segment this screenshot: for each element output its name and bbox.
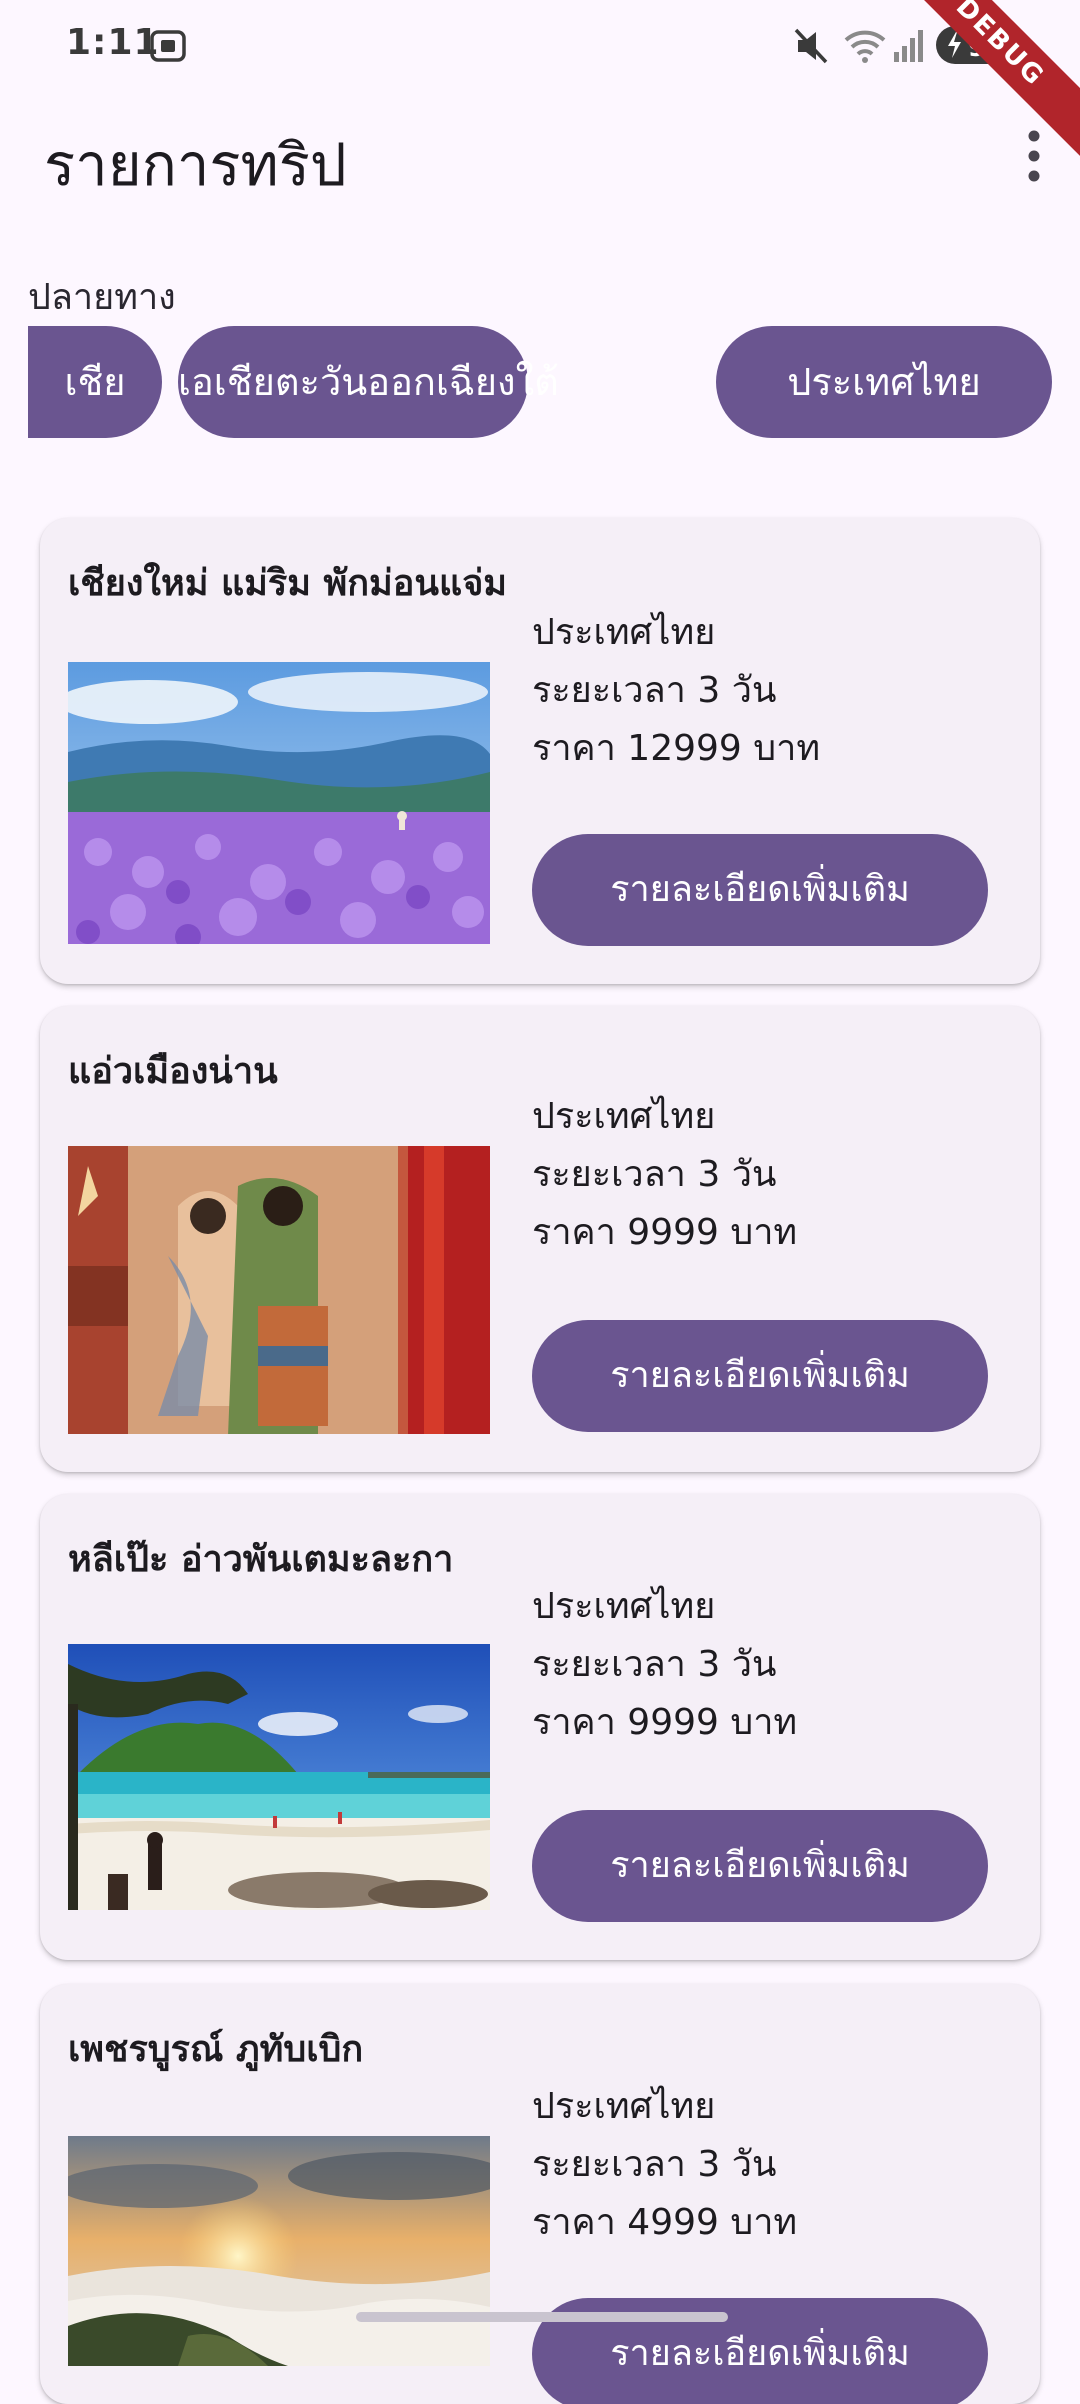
wifi-icon — [842, 26, 888, 70]
trip-country: ประเทศไทย — [532, 2086, 716, 2127]
destination-chip-list[interactable]: เชีย เอเชียตะวันออกเฉียงใต้ ประเทศไทย — [28, 326, 1068, 440]
details-button[interactable]: รายละเอียดเพิ่มเติม — [532, 1320, 988, 1432]
trip-card: แอ่วเมืองน่าน ประเทศไทย ระยะเวลา 3 วัน ร… — [40, 1006, 1040, 1472]
trip-info: ประเทศไทย ระยะเวลา 3 วัน ราคา 9999 บาท — [532, 1578, 797, 1752]
details-button[interactable]: รายละเอียดเพิ่มเติม — [532, 834, 988, 946]
trip-country: ประเทศไทย — [532, 1586, 716, 1627]
trip-price: ราคา 9999 บาท — [532, 1212, 798, 1253]
trip-price: ราคา 9999 บาท — [532, 1702, 798, 1743]
trip-price: ราคา 4999 บาท — [532, 2202, 798, 2243]
trip-image — [68, 1146, 490, 1434]
chip-southeast-asia[interactable]: เอเชียตะวันออกเฉียงใต้ — [178, 326, 559, 438]
more-vert-icon[interactable] — [1014, 128, 1054, 184]
trip-card: เชียงใหม่ แม่ริม พักม่อนแจ่ม ประเทศไทย ร… — [40, 518, 1040, 984]
trip-duration: ระยะเวลา 3 วัน — [532, 1644, 777, 1685]
trip-card: เพชรบูรณ์ ภูทับเบิก ประเทศไทย ระยะเวลา 3… — [40, 1984, 1040, 2404]
trip-info: ประเทศไทย ระยะเวลา 3 วัน ราคา 9999 บาท — [532, 1088, 797, 1262]
trip-title: แอ่วเมืองน่าน — [68, 1051, 278, 1092]
trip-duration: ระยะเวลา 3 วัน — [532, 2144, 777, 2185]
signal-icon — [892, 26, 926, 70]
destination-filter-label: ปลายทาง — [28, 277, 176, 318]
chip-asia[interactable]: เชีย — [28, 326, 162, 438]
trip-title: หลีเป๊ะ อ่าวพันเตมะละกา — [68, 1539, 454, 1580]
trip-duration: ระยะเวลา 3 วัน — [532, 670, 777, 711]
trip-title: เชียงใหม่ แม่ริม พักม่อนแจ่ม — [68, 563, 508, 604]
status-time: 1:11 — [66, 22, 160, 63]
trip-image — [68, 2136, 490, 2366]
home-indicator[interactable] — [356, 2312, 728, 2322]
trip-duration: ระยะเวลา 3 วัน — [532, 1154, 777, 1195]
mute-icon — [794, 26, 830, 70]
trip-image — [68, 1644, 490, 1910]
screenshot-icon — [148, 26, 188, 70]
trip-country: ประเทศไทย — [532, 612, 716, 653]
status-bar: 1:11 91 DEBUG — [0, 0, 1080, 166]
trip-info: ประเทศไทย ระยะเวลา 3 วัน ราคา 4999 บาท — [532, 2078, 797, 2252]
trip-title: เพชรบูรณ์ ภูทับเบิก — [68, 2029, 364, 2070]
page-title: รายการทริป — [44, 131, 347, 199]
trip-card: หลีเป๊ะ อ่าวพันเตมะละกา ประเทศไทย ระยะเว… — [40, 1494, 1040, 1960]
trip-country: ประเทศไทย — [532, 1096, 716, 1137]
chip-thailand[interactable]: ประเทศไทย — [716, 326, 1052, 438]
trip-image — [68, 662, 490, 944]
trip-price: ราคา 12999 บาท — [532, 728, 821, 769]
trip-info: ประเทศไทย ระยะเวลา 3 วัน ราคา 12999 บาท — [532, 604, 820, 778]
details-button[interactable]: รายละเอียดเพิ่มเติม — [532, 1810, 988, 1922]
